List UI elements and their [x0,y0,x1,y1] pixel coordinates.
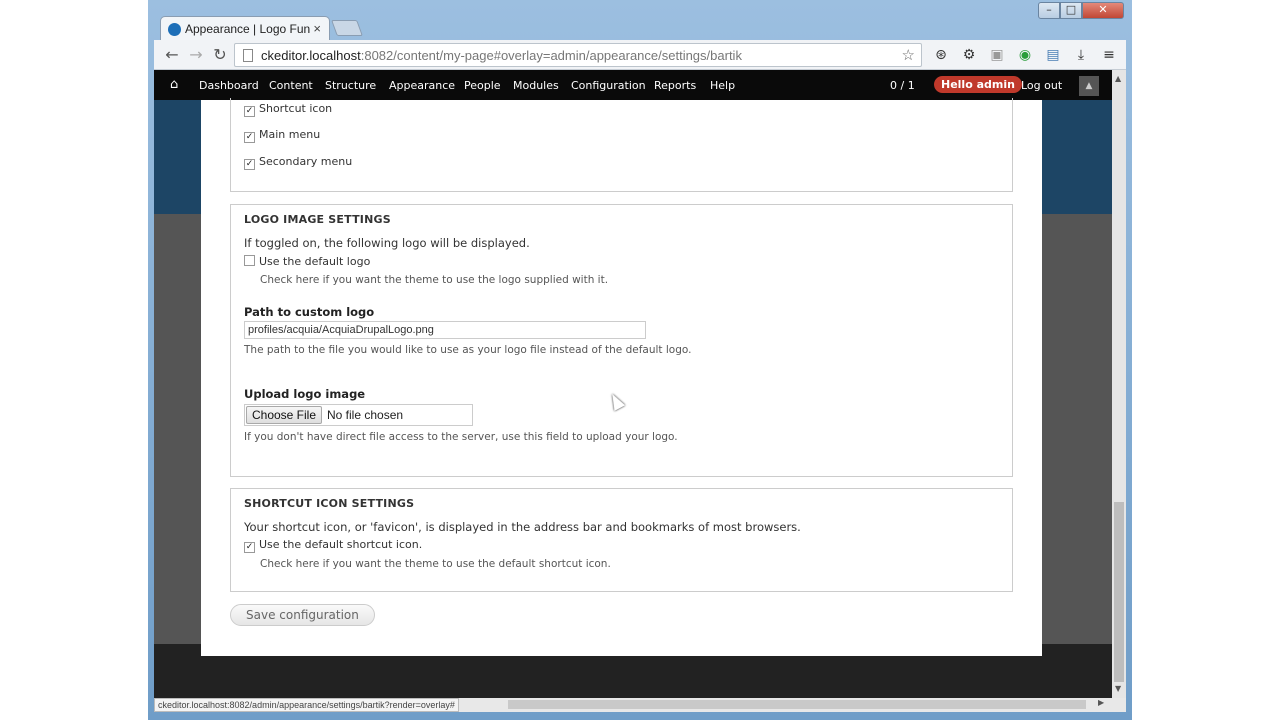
logo-settings-fieldset: LOGO IMAGE SETTINGS If toggled on, the f… [230,204,1013,477]
checkbox[interactable] [244,255,255,266]
default-logo-description: Check here if you want the theme to use … [260,274,609,286]
toolbar-reports[interactable]: Reports [654,79,696,92]
shortcut-settings-fieldset: SHORTCUT ICON SETTINGS Your shortcut ico… [230,488,1013,592]
checkbox[interactable]: ✓ [244,159,255,170]
toolbar-structure[interactable]: Structure [325,79,376,92]
maximize-button[interactable]: □ [1060,2,1082,19]
extension-circle-icon[interactable]: ⊛ [932,46,950,64]
page-viewport: ⌂ Dashboard Content Structure Appearance… [154,70,1126,698]
browser-toolbar: ← → ↻ ckeditor.localhost:8082/content/my… [154,40,1126,70]
toolbar-content[interactable]: Content [269,79,313,92]
page-icon [243,49,253,62]
choose-file-button[interactable]: Choose File [246,406,322,424]
gear-icon[interactable]: ⚙ [960,46,978,64]
extension-box-icon[interactable]: ▣ [988,46,1006,64]
toolbar-toggle-icon[interactable]: ▲ [1079,76,1099,96]
toggle-display-fieldset: ✓ Shortcut icon ✓ Main menu ✓ Secondary men… [230,98,1013,192]
save-configuration-button[interactable]: Save configuration [230,604,375,626]
toolbar-appearance[interactable]: Appearance [389,79,455,92]
no-file-text: No file chosen [327,408,404,422]
vertical-scrollbar[interactable]: ▲ ▼ [1112,70,1126,698]
checkbox-shortcut-icon[interactable]: ✓ Shortcut icon [244,102,332,117]
tab-title: Appearance | Logo Fun [185,22,311,36]
fieldset-legend: SHORTCUT ICON SETTINGS [244,497,415,510]
checkbox-main-menu[interactable]: ✓ Main menu [244,128,320,143]
checkbox-label: Use the default shortcut icon. [259,538,423,551]
file-upload-field[interactable]: Choose File No file chosen [244,404,473,426]
checkbox-secondary-menu[interactable]: ✓ Secondary menu [244,155,352,170]
scroll-down-icon[interactable]: ▼ [1115,684,1121,693]
status-url: ckeditor.localhost:8082/admin/appearance… [154,698,459,712]
back-arrow-icon[interactable]: ← [162,45,182,65]
path-description: The path to the file you would like to u… [244,344,692,356]
new-tab-button[interactable] [331,20,363,36]
toolbar-configuration[interactable]: Configuration [571,79,646,92]
url-host: ckeditor.localhost [261,48,361,63]
hello-admin-badge[interactable]: Hello admin [934,76,1022,93]
upload-description: If you don't have direct file access to … [244,431,678,443]
fieldset-legend: LOGO IMAGE SETTINGS [244,213,391,226]
drupal-favicon-icon [168,23,181,36]
download-icon[interactable]: ⤓ [1072,46,1090,64]
reload-icon[interactable]: ↻ [210,45,230,65]
close-window-button[interactable]: ✕ [1082,2,1124,19]
bookmark-star-icon[interactable]: ☆ [902,46,915,64]
logo-intro-text: If toggled on, the following logo will b… [244,236,530,250]
scroll-up-icon[interactable]: ▲ [1115,74,1121,83]
logout-link[interactable]: Log out [1021,79,1062,92]
url-path: :8082/content/my-page#overlay=admin/appe… [360,48,742,63]
scroll-right-icon[interactable]: ▶ [1098,698,1104,707]
checkbox-label: Main menu [259,128,321,141]
upload-label: Upload logo image [244,387,366,401]
overlay-panel: ✓ Shortcut icon ✓ Main menu ✓ Secondary men… [201,98,1042,656]
checkbox-default-shortcut[interactable]: ✓ Use the default shortcut icon. [244,538,422,553]
toolbar-dashboard[interactable]: Dashboard [199,79,259,92]
toolbar-modules[interactable]: Modules [513,79,559,92]
address-bar[interactable]: ckeditor.localhost:8082/content/my-page#… [234,43,922,67]
status-bar: ▶ ckeditor.localhost:8082/admin/appearan… [154,698,1126,712]
extension-green-icon[interactable]: ◉ [1016,46,1034,64]
admin-toolbar: ⌂ Dashboard Content Structure Appearance… [154,70,1126,100]
checkbox-label: Secondary menu [259,155,353,168]
toolbar-people[interactable]: People [464,79,501,92]
home-icon[interactable]: ⌂ [170,77,178,92]
forward-arrow-icon[interactable]: → [186,45,206,65]
checkbox-label: Use the default logo [259,255,371,268]
horizontal-scrollbar[interactable] [508,700,1086,709]
title-bar: Appearance | Logo Fun × – □ ✕ [148,0,1132,42]
checkbox-default-logo[interactable]: Use the default logo [244,255,370,268]
checkbox[interactable]: ✓ [244,542,255,553]
browser-tab[interactable]: Appearance | Logo Fun × [160,16,330,42]
user-counter: 0 / 1 [890,79,915,92]
checkbox[interactable]: ✓ [244,132,255,143]
checkbox[interactable]: ✓ [244,106,255,117]
extension-folder-icon[interactable]: ▤ [1044,46,1062,64]
shortcut-description: Check here if you want the theme to use … [260,558,611,570]
menu-icon[interactable]: ≡ [1100,46,1118,64]
scroll-thumb[interactable] [1114,502,1124,682]
path-label: Path to custom logo [244,305,375,319]
logo-path-input[interactable] [244,321,646,339]
minimize-button[interactable]: – [1038,2,1060,19]
checkbox-label: Shortcut icon [259,102,333,115]
toolbar-help[interactable]: Help [710,79,735,92]
shortcut-intro-text: Your shortcut icon, or 'favicon', is dis… [244,520,801,534]
tab-close-icon[interactable]: × [313,21,321,36]
